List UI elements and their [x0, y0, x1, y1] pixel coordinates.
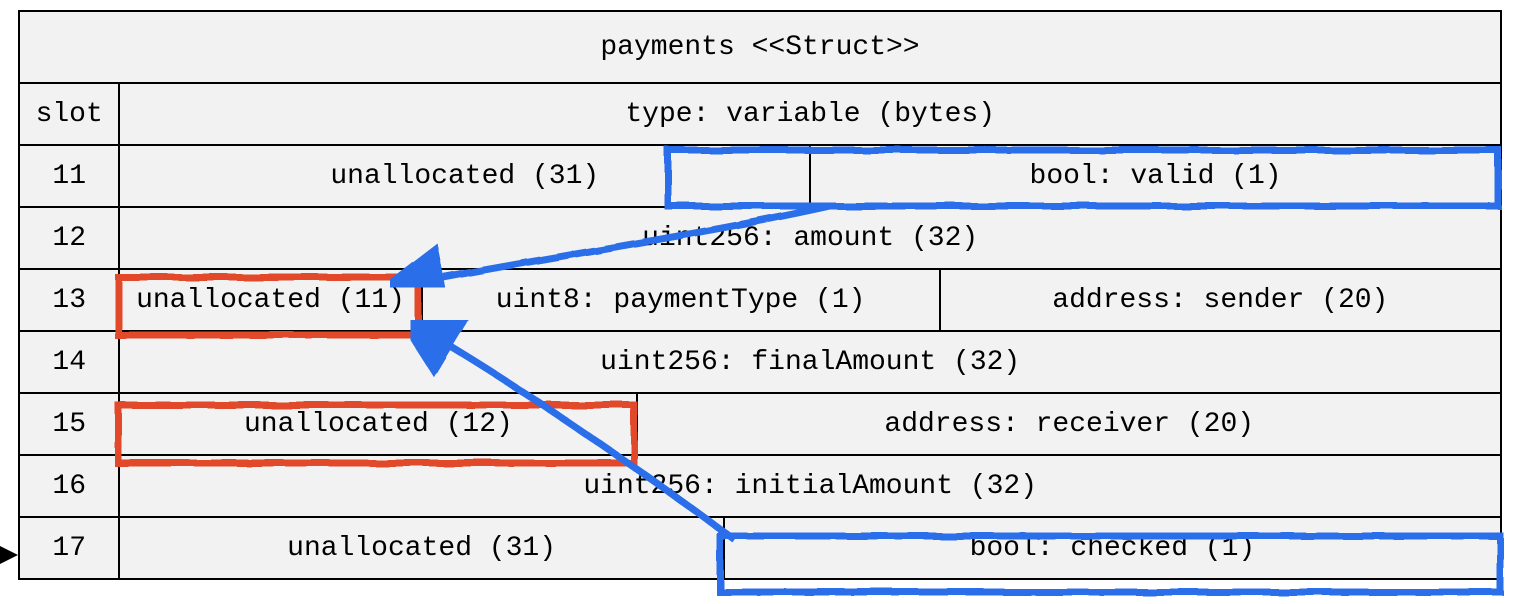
table-title: payments <<Struct>>	[19, 11, 1501, 83]
header-type: type: variable (bytes)	[119, 83, 1501, 145]
slot15-receiver: address: receiver (20)	[637, 393, 1501, 455]
slot15-unallocated: unallocated (12)	[119, 393, 637, 455]
slot-number: 16	[19, 455, 119, 517]
slot12-amount: uint256: amount (32)	[119, 207, 1501, 269]
slot-number: 15	[19, 393, 119, 455]
slot11-bool-valid: bool: valid (1)	[810, 145, 1501, 207]
diagram-root: payments <<Struct>> slot type: variable …	[0, 0, 1528, 604]
slot16-initial-amount: uint256: initialAmount (32)	[119, 455, 1501, 517]
slot17-bool-checked: bool: checked (1)	[724, 517, 1501, 579]
slot-number: 13	[19, 269, 119, 331]
row-12: 12 uint256: amount (32)	[19, 207, 1501, 269]
row-14: 14 uint256: finalAmount (32)	[19, 331, 1501, 393]
slot13-unallocated: unallocated (11)	[119, 269, 421, 331]
slot13-sender: address: sender (20)	[940, 269, 1501, 331]
left-arrowhead-icon	[0, 545, 18, 565]
row-17: 17 unallocated (31) bool: checked (1)	[19, 517, 1501, 579]
slot-number: 12	[19, 207, 119, 269]
header-slot: slot	[19, 83, 119, 145]
slot17-unallocated: unallocated (31)	[119, 517, 723, 579]
slot14-final-amount: uint256: finalAmount (32)	[119, 331, 1501, 393]
slot13-payment-type: uint8: paymentType (1)	[422, 269, 940, 331]
slot-number: 11	[19, 145, 119, 207]
row-13: 13 unallocated (11) uint8: paymentType (…	[19, 269, 1501, 331]
row-16: 16 uint256: initialAmount (32)	[19, 455, 1501, 517]
row-11: 11 unallocated (31) bool: valid (1)	[19, 145, 1501, 207]
row-15: 15 unallocated (12) address: receiver (2…	[19, 393, 1501, 455]
slot-number: 14	[19, 331, 119, 393]
slot-number: 17	[19, 517, 119, 579]
struct-table: payments <<Struct>> slot type: variable …	[18, 10, 1502, 580]
slot11-unallocated: unallocated (31)	[119, 145, 810, 207]
